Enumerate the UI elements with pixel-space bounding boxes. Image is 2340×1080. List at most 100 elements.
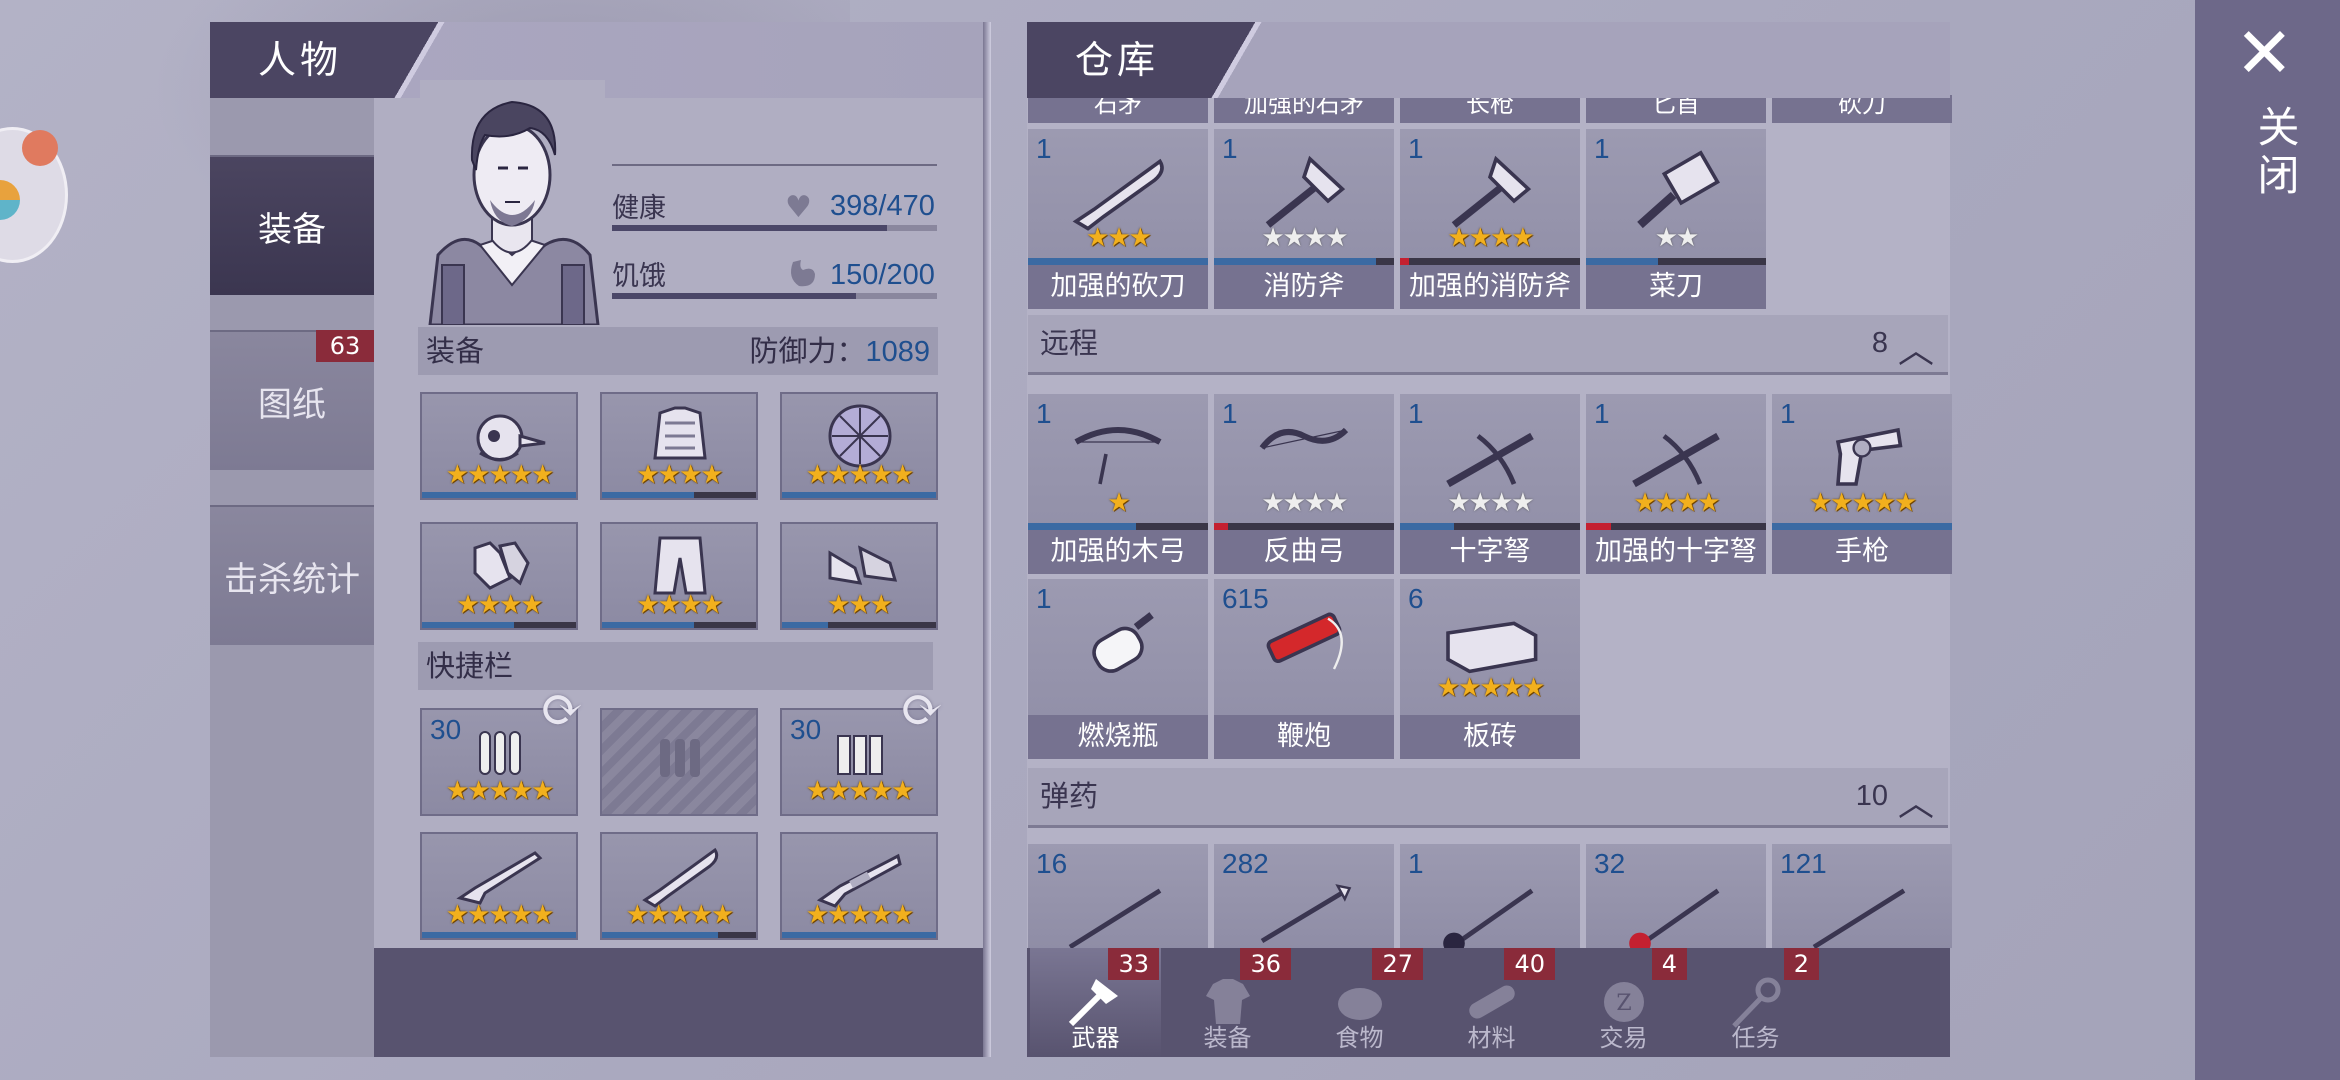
hunger-bar-fill [612,293,856,299]
sidebar-tab-equipment[interactable]: 装备 [210,155,374,295]
warehouse-item-partial[interactable]: 匕首 [1586,95,1766,123]
durability-bar [602,932,756,938]
warehouse-item[interactable]: 1 ★★★★★ 手枪 [1772,394,1952,574]
warehouse-item[interactable]: 1 ★ 加强的木弓 [1028,394,1208,574]
category-label: 远程 [1040,326,1099,360]
stomach-icon [785,258,819,290]
warehouse-item[interactable]: 16 [1028,844,1208,948]
floating-gem-button[interactable] [0,130,65,260]
warehouse-header: 仓库 [1027,22,1950,98]
warehouse-item[interactable]: 1 ★★★★ 加强的十字弩 [1586,394,1766,574]
category-tab[interactable]: 36 装备 [1162,948,1293,1057]
category-badge: 2 [1783,948,1819,980]
category-badge: 4 [1651,948,1687,980]
warehouse-item[interactable]: 6 ★★★★★ 板砖 [1400,579,1580,759]
svg-text:Z: Z [1616,991,1631,1016]
character-portrait [420,80,605,325]
durability-bar [422,492,576,498]
warehouse-item[interactable]: 615 鞭炮 [1214,579,1394,759]
equipment-section-header: 装备 防御力：1089 [418,327,938,375]
rating-stars: ★★★★ [1261,223,1348,253]
category-tab[interactable]: 2 任务 [1690,948,1821,1057]
sidebar-tab-label: 图纸 [258,384,326,425]
firecracker-icon [1244,597,1364,687]
category-tab[interactable]: 27 食物 [1294,948,1425,1057]
swap-icon[interactable]: ⟳ [900,680,944,740]
health-bar-fill [612,225,888,231]
chevron-up-icon: ︿ [1897,783,1934,824]
warehouse-item[interactable]: 282 [1214,844,1394,948]
equipment-label: 装备 [426,334,485,368]
rating-stars: ★★★ [1086,223,1152,253]
quickbar-slot[interactable]: ★★★★★ [420,832,578,940]
durability-bar [782,932,936,938]
warehouse-item[interactable]: 1 ★★★★ 加强的消防斧 [1400,129,1580,309]
quickbar-slot[interactable] [600,708,758,816]
rating-stars: ★★★★ [636,460,723,490]
item-quantity: 1 [1780,398,1796,429]
rating-stars: ★★★★ [1447,223,1534,253]
stat-divider [612,164,937,166]
item-quantity: 6 [1408,583,1424,614]
item-quantity: 1 [1036,398,1052,429]
rating-stars: ★★★★★ [805,900,915,930]
item-quantity: 1 [1222,398,1238,429]
category-header-ammo[interactable]: 弹药 10 ︿ [1028,768,1948,828]
rating-stars: ★★★★ [1633,488,1720,518]
item-name: 十字弩 [1400,530,1580,574]
rating-stars: ★★ [1654,223,1700,253]
defense-label: 防御力： [749,334,866,368]
warehouse-item-partial[interactable]: 加强的石矛 [1214,95,1394,123]
warehouse-item[interactable]: 1 燃烧瓶 [1028,579,1208,759]
durability-bar [1214,523,1394,530]
category-tab[interactable]: 33 武器 [1030,948,1161,1057]
durability-bar [1772,523,1952,530]
gem-dot-icon [22,130,58,166]
category-tab[interactable]: 40 材料 [1426,948,1557,1057]
durability-bar [782,622,936,628]
item-quantity: 1 [1222,133,1238,164]
empty-bullets-icon [630,714,730,789]
warehouse-item[interactable]: 1 ★★★ 加强的砍刀 [1028,129,1208,309]
item-quantity: 1 [1594,398,1610,429]
warehouse-item[interactable]: 32 [1586,844,1766,948]
warehouse-item-partial[interactable]: 砍刀 [1772,95,1952,123]
warehouse-item[interactable]: 1 ★★★★ 消防斧 [1214,129,1394,309]
warehouse-item[interactable]: 1 ★★★★ 反曲弓 [1214,394,1394,574]
rating-stars: ★★★★★ [1436,673,1546,703]
category-count: 10 [1855,780,1888,812]
warehouse-item[interactable]: 1 [1400,844,1580,948]
category-badge: 36 [1240,948,1291,980]
durability-bar [1400,258,1580,265]
close-label[interactable]: 关闭 [2245,105,2306,201]
warehouse-item[interactable]: 1 ★★★★ 十字弩 [1400,394,1580,574]
category-badge: 27 [1372,948,1423,980]
equipment-slot[interactable]: ★★★ [780,522,938,630]
item-name: 反曲弓 [1214,530,1394,574]
warehouse-item-partial[interactable]: 石矛 [1028,95,1208,123]
swap-icon[interactable]: ⟳ [540,680,584,740]
equipment-slot[interactable]: ★★★★ [600,392,758,500]
rating-stars: ★★★★★ [625,900,735,930]
equipment-slot[interactable]: ★★★★★ [420,392,578,500]
sidebar-tab-kill-stats[interactable]: 击杀统计 [210,505,374,645]
equipment-slot[interactable]: ★★★★ [600,522,758,630]
warehouse-item[interactable]: 121 [1772,844,1952,948]
spear-ammo-icon [1802,869,1922,948]
close-icon[interactable]: ✕ [2235,12,2294,94]
equipment-slot[interactable]: ★★★★ [420,522,578,630]
rating-stars: ★★★ [827,590,893,620]
durability-bar [1028,523,1208,530]
quickbar-slot[interactable]: ★★★★★ [600,832,758,940]
durability-bar [422,622,576,628]
quickbar-slot[interactable]: ★★★★★ [780,832,938,940]
item-quantity: 1 [1408,398,1424,429]
equipment-slot[interactable]: ★★★★★ [780,392,938,500]
category-header-ranged[interactable]: 远程 8 ︿ [1028,315,1948,375]
warehouse-item-partial[interactable]: 长枪 [1400,95,1580,123]
warehouse-item[interactable]: 1 ★★ 菜刀 [1586,129,1766,309]
defense-value: 1089 [865,336,930,368]
character-panel-title: 人物 [210,22,456,98]
item-quantity: 30 [430,714,462,745]
category-tab[interactable]: Z 4 交易 [1558,948,1689,1057]
